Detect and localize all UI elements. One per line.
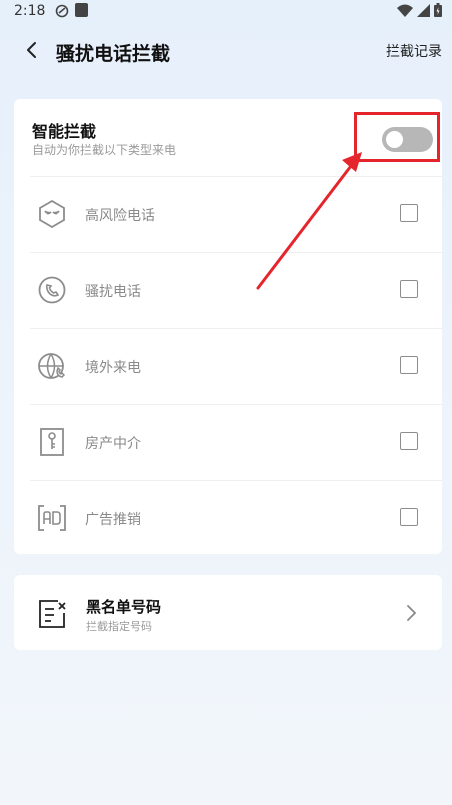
blacklist-card[interactable]: 黑名单号码 拦截指定号码: [14, 575, 442, 650]
key-door-icon: [40, 428, 64, 456]
category-row-harassment[interactable]: 骚扰电话: [30, 252, 442, 329]
blacklist-title: 黑名单号码: [86, 598, 162, 616]
category-row-advertising[interactable]: 广告推销: [30, 480, 442, 557]
category-checkbox[interactable]: [400, 356, 418, 374]
signal-icon: [417, 3, 430, 17]
category-label: 高风险电话: [85, 208, 155, 224]
status-time: 2:18: [14, 3, 46, 19]
category-row-overseas[interactable]: 境外来电: [30, 328, 442, 405]
ad-bracket-icon: [38, 505, 66, 531]
category-label: 骚扰电话: [85, 284, 141, 300]
category-label: 境外来电: [85, 360, 141, 376]
back-arrow-icon[interactable]: [20, 38, 44, 62]
status-bar: 2:18: [0, 0, 452, 24]
app-notification-icon: [75, 3, 88, 17]
annotation-highlight-box: [354, 112, 440, 162]
category-row-high-risk[interactable]: 高风险电话: [30, 176, 442, 253]
block-records-link[interactable]: 拦截记录: [386, 41, 442, 61]
app-header: 骚扰电话拦截 拦截记录: [0, 24, 452, 80]
status-indicators: [397, 3, 442, 17]
blacklist-icon: [39, 600, 66, 628]
category-checkbox[interactable]: [400, 432, 418, 450]
category-checkbox[interactable]: [400, 280, 418, 298]
smart-block-card: 智能拦截 自动为你拦截以下类型来电 高风险电话 骚扰电话 境外来电 房产中介 广…: [14, 99, 442, 554]
chevron-right-icon: [407, 605, 417, 621]
mask-icon: [39, 199, 65, 229]
smart-block-subtitle: 自动为你拦截以下类型来电: [32, 143, 177, 157]
blacklist-subtitle: 拦截指定号码: [86, 620, 152, 633]
wifi-icon: [397, 4, 413, 17]
category-row-real-estate[interactable]: 房产中介: [30, 404, 442, 481]
notification-icon: [55, 4, 69, 18]
phone-circle-icon: [38, 276, 66, 304]
battery-icon: [434, 3, 442, 17]
category-checkbox[interactable]: [400, 508, 418, 526]
smart-block-title: 智能拦截: [32, 122, 97, 141]
page-title: 骚扰电话拦截: [56, 43, 171, 65]
globe-phone-icon: [38, 353, 66, 379]
category-checkbox[interactable]: [400, 204, 418, 222]
category-label: 房产中介: [85, 436, 141, 452]
category-label: 广告推销: [85, 512, 141, 528]
